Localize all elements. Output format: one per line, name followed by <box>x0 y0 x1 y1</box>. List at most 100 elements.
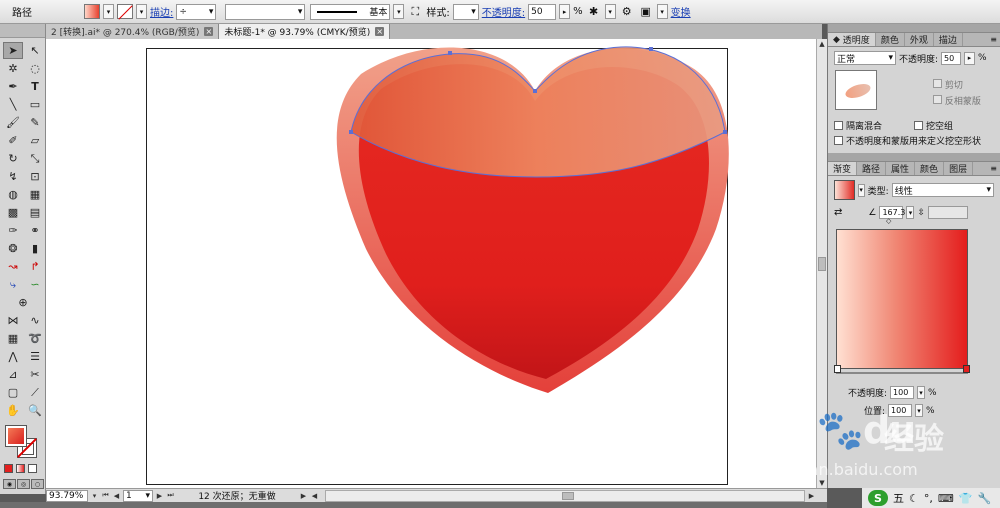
anchor-point[interactable] <box>723 130 727 134</box>
scroll-up-icon[interactable]: ▲ <box>817 39 827 49</box>
panel-grip[interactable] <box>828 24 1000 33</box>
rotate-tool-icon[interactable]: ↻ <box>3 150 23 167</box>
tab-color-2[interactable]: 颜色 <box>915 162 945 175</box>
half-moon-icon[interactable]: ☾ <box>909 492 919 505</box>
zigzag-tool-icon[interactable]: ⋀ <box>3 348 23 365</box>
prev-page-icon[interactable]: ◀ <box>112 490 121 502</box>
panel-grip[interactable] <box>828 153 1000 162</box>
vertical-scroll-thumb[interactable] <box>818 257 826 271</box>
tools-panel-grip[interactable] <box>0 24 45 38</box>
free-transform-tool-icon[interactable]: ⊡ <box>25 168 45 185</box>
close-icon[interactable]: × <box>375 27 385 36</box>
paintbrush-tool-icon[interactable]: 🖌 <box>3 114 23 131</box>
style-swatch[interactable]: ▾ <box>452 3 479 20</box>
keyboard-icon[interactable]: ⌨ <box>938 492 954 505</box>
symbol-sprayer-tool-icon[interactable]: ❂ <box>3 240 23 257</box>
gear-icon[interactable]: ⚙ <box>619 4 635 20</box>
wrench-icon[interactable]: 🔧 <box>977 492 991 505</box>
pencil-tool-icon[interactable]: ✎ <box>25 114 45 131</box>
shape-builder-tool-icon[interactable]: ◍ <box>3 186 23 203</box>
fill-stroke-widget[interactable] <box>4 425 44 462</box>
canvas-area[interactable] <box>46 39 816 488</box>
scroll-left-icon[interactable]: ◀ <box>310 490 319 502</box>
anchor-point[interactable] <box>649 47 653 51</box>
twirl-tool-icon[interactable]: ➰ <box>25 330 45 347</box>
clip-checkbox[interactable] <box>933 79 942 88</box>
midpoint-diamond-icon[interactable]: ◇ <box>886 217 891 225</box>
punctuation-icon[interactable]: °, <box>924 492 933 505</box>
crosshair-tool-icon[interactable]: ⊕ <box>3 294 43 311</box>
doc-tab-1[interactable]: 2 [转换].ai* @ 270.4% (RGB/预览) × <box>46 24 220 39</box>
align-icon[interactable]: ▣ <box>638 4 654 20</box>
ime-logo-icon[interactable]: S <box>868 490 888 506</box>
zoom-field[interactable]: 93.79% <box>46 489 88 502</box>
eraser-tool-icon[interactable]: ▱ <box>25 132 45 149</box>
tab-path[interactable]: 路径 <box>857 162 887 175</box>
sparkle-dropdown[interactable]: ▾ <box>604 4 616 19</box>
stop-opacity-dropdown[interactable]: ▾ <box>917 386 926 399</box>
opacity-link[interactable]: 不透明度: <box>482 4 525 19</box>
fill-swatch[interactable] <box>84 4 100 19</box>
panel-opacity-dropdown[interactable]: ▸ <box>964 51 976 65</box>
blend-tool-icon[interactable]: ⚭ <box>25 222 45 239</box>
clip-option[interactable]: 剪切 <box>933 78 981 91</box>
anchor-point[interactable] <box>349 130 353 134</box>
color-mode-icon[interactable] <box>4 464 13 473</box>
pen-tool-icon[interactable]: ✒ <box>3 78 23 95</box>
wave-tool-icon[interactable]: ∿ <box>25 312 45 329</box>
gradient-thumbnail[interactable] <box>834 180 855 200</box>
reverse-gradient-icon[interactable]: ⇄ <box>834 207 842 218</box>
envelope-tool-icon[interactable]: ⋈ <box>3 312 23 329</box>
rectangle-tool-icon[interactable]: ▭ <box>25 96 45 113</box>
draw-behind-icon[interactable]: ◎ <box>17 479 30 489</box>
scroll-right-icon[interactable]: ▶ <box>807 490 816 502</box>
perspective-grid-tool-icon[interactable]: ▦ <box>25 186 45 203</box>
stop-opacity-field[interactable]: 100 <box>890 386 915 399</box>
column-graph-tool-icon[interactable]: ▮ <box>25 240 45 257</box>
next-page-icon[interactable]: ▶ <box>155 490 164 502</box>
fill-box[interactable] <box>5 425 27 447</box>
knife-tool-icon[interactable]: ⟋ <box>25 384 45 401</box>
eyedropper-tool-icon[interactable]: ✑ <box>3 222 23 239</box>
invert-mask-option[interactable]: 反相蒙版 <box>933 94 981 107</box>
direct-selection-tool-icon[interactable]: ↖ <box>25 42 45 59</box>
path-blue-tool-icon[interactable]: ⤷ <box>3 276 23 293</box>
gradient-mode-icon[interactable] <box>16 464 25 473</box>
tab-gradient[interactable]: 渐变 <box>828 162 858 175</box>
path-smooth-tool-icon[interactable]: ∽ <box>25 276 45 293</box>
blob-brush-tool-icon[interactable]: ✐ <box>3 132 23 149</box>
knockout-checkbox[interactable] <box>914 121 924 130</box>
warp-tool-icon[interactable]: ↯ <box>3 168 23 185</box>
isolate-checkbox[interactable] <box>834 121 843 130</box>
zoom-dropdown-icon[interactable]: ▾ <box>90 490 99 502</box>
zoom-tool-icon[interactable]: 🔍 <box>25 402 45 419</box>
invert-mask-checkbox[interactable] <box>933 95 942 104</box>
gradient-stop-right[interactable] <box>963 365 970 373</box>
gradient-presets-dropdown[interactable]: ▾ <box>857 183 865 197</box>
tab-layers[interactable]: 图层 <box>944 162 974 175</box>
measure-tool-icon[interactable]: ⊿ <box>3 366 23 383</box>
person-icon[interactable]: 👕 <box>959 492 973 505</box>
blend-mode-select[interactable]: 正常 ▾ <box>834 51 896 65</box>
ime-mode[interactable]: 五 <box>893 490 904 506</box>
heart-artwork[interactable] <box>46 39 816 488</box>
slice-tool-icon[interactable]: ✂ <box>25 366 45 383</box>
panel-menu-icon[interactable]: ≡ <box>990 164 997 173</box>
last-page-icon[interactable]: ⏭ <box>166 490 175 502</box>
status-menu-icon[interactable]: ▶ <box>299 490 308 502</box>
panel-menu-icon[interactable]: ≡ <box>990 35 997 44</box>
magic-wand-tool-icon[interactable]: ✲ <box>3 60 23 77</box>
tab-color[interactable]: 颜色 <box>876 33 905 46</box>
vertical-scrollbar[interactable]: ▲ ▼ <box>816 39 827 488</box>
anchor-convert-tool-icon[interactable]: ↱ <box>25 258 45 275</box>
panel-opacity-field[interactable]: 50 <box>941 51 962 65</box>
stroke-weight-field[interactable]: ÷ ▾ <box>176 3 217 20</box>
first-page-icon[interactable]: ⏮ <box>101 490 110 502</box>
define-knockout-checkbox[interactable] <box>834 136 843 145</box>
stop-location-dropdown[interactable]: ▾ <box>915 404 924 417</box>
lasso-tool-icon[interactable]: ◌ <box>25 60 45 77</box>
stop-location-field[interactable]: 100 <box>888 404 913 417</box>
tab-stroke[interactable]: 描边 <box>934 33 963 46</box>
selection-tool-icon[interactable]: ➤ <box>3 42 23 59</box>
artboard-tool-icon[interactable]: ▢ <box>3 384 23 401</box>
